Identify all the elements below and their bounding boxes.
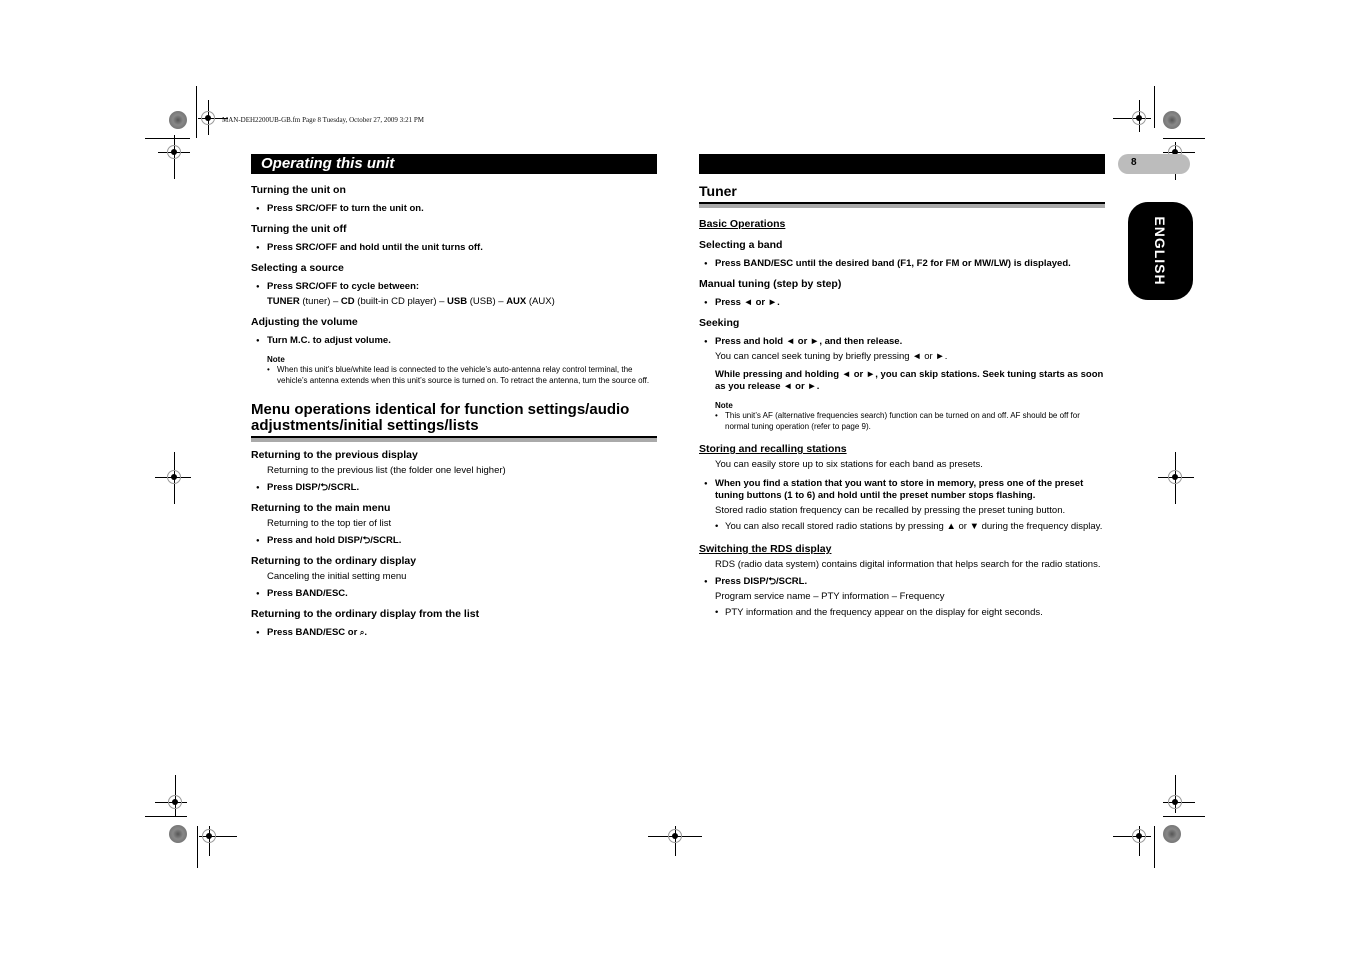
crop-line (196, 86, 197, 138)
bullet-text: . (364, 627, 368, 638)
bullet-item: Turn M.C. to adjust volume. (251, 335, 657, 347)
crop-line (1154, 826, 1155, 868)
heading-main-menu: Returning to the main menu (251, 502, 391, 514)
source-name: CD (340, 296, 355, 307)
page-number: 8 (1131, 157, 1137, 168)
registration-disc-icon (169, 825, 187, 843)
back-arrow-icon: ⮌ (768, 576, 776, 587)
registration-mark-icon (166, 144, 182, 160)
basic-operations-heading: Basic Operations (699, 218, 786, 230)
bullet-item: Press BAND/ESC until the desired band (F… (699, 258, 1105, 270)
description: Returning to the top tier of list (267, 518, 392, 529)
heading-rule (699, 202, 1105, 208)
bullet-text: /SCRL. (327, 482, 360, 493)
source-name: USB (447, 296, 468, 307)
crop-line (1154, 86, 1155, 128)
heading-adjusting-volume: Adjusting the volume (251, 316, 358, 328)
description: You can cancel seek tuning by briefly pr… (715, 351, 948, 362)
registration-disc-icon (169, 111, 187, 129)
heading-turning-off: Turning the unit off (251, 223, 347, 235)
bullet-text: Press and hold DISP/ (267, 535, 363, 546)
storing-stations-heading: Storing and recalling stations (699, 443, 847, 455)
sub-bullet-item: You can also recall stored radio station… (699, 521, 1105, 533)
description: You can easily store up to six stations … (715, 459, 983, 470)
separator: – (436, 296, 448, 307)
heading-ordinary-display: Returning to the ordinary display (251, 555, 417, 567)
registration-disc-icon (1163, 825, 1181, 843)
source-cycle: TUNER (tuner) – CD (built-in CD player) … (251, 296, 657, 308)
source-desc: (tuner) (302, 296, 331, 307)
bullet-item: Press BAND/ESC or ⌕. (251, 627, 657, 639)
bullet-item: Press SRC/OFF and hold until the unit tu… (251, 242, 657, 254)
registration-mark-icon (1167, 794, 1183, 810)
note-text: This unit’s AF (alternative frequencies … (699, 411, 1105, 432)
crop-line (197, 826, 198, 868)
registration-mark-icon (1131, 828, 1147, 844)
source-desc: (built-in CD player) (357, 296, 437, 307)
heading-selecting-band: Selecting a band (699, 239, 783, 251)
note-label: Note (267, 355, 285, 364)
heading-selecting-source: Selecting a source (251, 262, 344, 274)
heading-rule (251, 436, 657, 442)
crop-line (1163, 816, 1205, 817)
rds-display-heading: Switching the RDS display (699, 543, 832, 555)
description: Returning to the previous list (the fold… (267, 465, 506, 476)
registration-disc-icon (1163, 111, 1181, 129)
language-tab-label: ENGLISH (1152, 216, 1168, 286)
file-header: MAN-DEH2200UB-GB.fm Page 8 Tuesday, Octo… (222, 116, 424, 124)
left-column: Operating this unit Turning the unit on … (251, 154, 657, 639)
heading-ordinary-display-from-list: Returning to the ordinary display from t… (251, 608, 480, 620)
registration-mark-icon (667, 828, 683, 844)
bullet-item: Press SRC/OFF to turn the unit on. (251, 203, 657, 215)
separator: – (330, 296, 341, 307)
menu-operations-heading: Menu operations identical for function s… (251, 401, 630, 434)
note-text: When this unit’s blue/white lead is conn… (251, 365, 657, 386)
bullet-text: Press DISP/ (267, 482, 321, 493)
section-title: Operating this unit (251, 154, 657, 174)
registration-mark-icon (1167, 469, 1183, 485)
bullet-text: /SCRL. (775, 576, 808, 587)
bullet-item: Press DISP/⮌/SCRL. (699, 576, 1105, 588)
bullet-item: When you find a station that you want to… (699, 478, 1105, 502)
description: Stored radio station frequency can be re… (715, 505, 1066, 516)
sub-bullet-item: PTY information and the frequency appear… (699, 607, 1105, 619)
heading-previous-display: Returning to the previous display (251, 449, 418, 461)
source-name: AUX (506, 296, 527, 307)
crop-line (1163, 138, 1205, 139)
source-desc: (AUX) (528, 296, 555, 307)
description: Canceling the initial setting menu (267, 571, 407, 582)
bullet-item: Press BAND/ESC. (251, 588, 657, 600)
bullet-text: Press BAND/ESC or (267, 627, 360, 638)
section-title-bar (699, 154, 1105, 174)
bullet-text: Press DISP/ (715, 576, 769, 587)
registration-mark-icon (167, 794, 183, 810)
bullet-item: Press SRC/OFF to cycle between: (251, 281, 657, 293)
description: RDS (radio data system) contains digital… (715, 559, 1101, 570)
note-label: Note (715, 401, 733, 410)
heading-turning-on: Turning the unit on (251, 184, 346, 196)
description: Program service name – PTY information –… (715, 591, 945, 602)
registration-mark-icon (166, 469, 182, 485)
crop-line (145, 816, 187, 817)
bullet-text: /SCRL. (370, 535, 402, 546)
registration-mark-icon (1131, 110, 1147, 126)
bullet-item: Press and hold ◄ or ►, and then release. (699, 336, 1105, 348)
bullet-item: Press and hold DISP/⮌/SCRL. (251, 535, 657, 547)
heading-manual-tuning: Manual tuning (step by step) (699, 278, 842, 290)
tuner-heading: Tuner (699, 183, 737, 199)
registration-mark-icon (200, 110, 216, 126)
crop-line (145, 138, 190, 139)
bullet-item: Press ◄ or ►. (699, 297, 1105, 309)
bullet-item: Press DISP/⮌/SCRL. (251, 482, 657, 494)
heading-seeking: Seeking (699, 317, 740, 329)
registration-mark-icon (201, 828, 217, 844)
right-column: Tuner Basic Operations Selecting a band … (699, 154, 1105, 619)
source-desc: (USB) (469, 296, 496, 307)
page-number-pill (1118, 154, 1190, 174)
back-arrow-icon: ⮌ (320, 482, 328, 493)
description-bold: While pressing and holding ◄ or ►, you c… (715, 369, 1104, 392)
source-name: TUNER (267, 296, 300, 307)
separator: – (495, 296, 507, 307)
